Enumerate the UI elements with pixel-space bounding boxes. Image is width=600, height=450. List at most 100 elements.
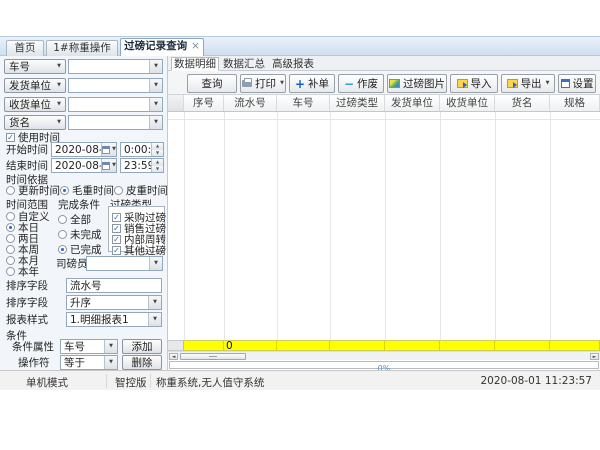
grid-body[interactable] [168,112,600,340]
status-edition: 智控版 [115,375,147,390]
combo-arrow-button[interactable]: ▼ [104,340,117,353]
column-header[interactable]: 发货单位 [385,95,440,111]
print-button[interactable]: 打印 ▼ [240,74,286,93]
report-style-combo[interactable]: 1.明细报表1 ▼ [66,312,162,327]
condition-attr-combo[interactable]: 车号 ▼ [60,339,118,354]
start-time-row: 开始时间 2020-08-01 ▼ 0:00:00 ▲▼ [6,142,164,157]
combo-arrow-button[interactable]: ▼ [148,296,161,309]
sort-field-input[interactable]: 流水号 [66,278,162,293]
filter-row-shipper: 发货单位 ▼ ▼ [4,78,164,93]
printer-icon [242,80,252,87]
shipper-value-combo[interactable]: ▼ [68,78,163,93]
scroll-left-icon[interactable]: ◄ [169,353,178,360]
combo-arrow-button[interactable]: ▼ [149,116,162,129]
sort-order-combo[interactable]: 升序 ▼ [66,295,162,310]
condition-attr-row: 条件属性 车号 ▼ 添加 [12,339,164,354]
radio-icon [6,186,15,195]
combo-arrow-button[interactable]: ▼ [149,79,162,92]
receiver-value-combo[interactable]: ▼ [68,97,163,112]
calendar-icon [102,146,110,154]
receiver-field-selector[interactable]: 收货单位 ▼ [4,97,66,112]
finish-option-all[interactable]: 全部 [58,212,91,227]
calendar-dropdown-button[interactable]: ▼ [101,143,116,156]
combo-arrow-button[interactable]: ▼ [149,257,162,270]
weigher-combo[interactable]: ▼ [86,256,163,271]
spinner-buttons[interactable]: ▲▼ [151,143,163,156]
data-panel: 数据明细 数据汇总 高级报表 查询 打印 ▼ + 补单 [168,56,600,370]
chevron-down-icon: ▼ [153,300,157,305]
start-date-picker[interactable]: 2020-08-01 ▼ [51,142,117,157]
grid-column-line [495,112,496,340]
weigh-type-groupbox: ✓采购过磅 ✓销售过磅 ✓内部周转 ✓其他过磅 [108,206,165,252]
column-header[interactable]: 规格 [550,95,600,111]
combo-arrow-button[interactable]: ▼ [148,313,161,326]
status-separator [106,374,107,388]
grid-column-line [277,112,278,340]
import-icon [457,79,468,88]
calendar-dropdown-button[interactable]: ▼ [101,159,116,172]
goods-value-combo[interactable]: ▼ [68,115,163,130]
grid-row-line [168,119,600,120]
summary-indicator-cell [168,340,184,351]
main-tabstrip: 首页 1#称重操作 过磅记录查询× [0,37,600,56]
settings-button[interactable]: 设置 [558,74,596,93]
carno-field-selector[interactable]: 车号 ▼ [4,59,66,74]
chevron-down-icon: ▼ [109,344,113,349]
filter-row-receiver: 收货单位 ▼ ▼ [4,97,164,112]
combo-arrow-button[interactable]: ▼ [149,98,162,111]
spinner-buttons[interactable]: ▲▼ [151,159,163,172]
time-range-option-year[interactable]: 本年 [6,264,39,279]
tab-data-detail[interactable]: 数据明细 [171,57,219,71]
column-header[interactable]: 流水号 [224,95,277,111]
summary-cell [440,340,495,351]
time-basis-option-tare[interactable]: 皮重时间 [114,183,168,198]
chevron-down-icon: ▼ [112,163,116,168]
grid-column-line [330,112,331,340]
tab-weigh-record-query[interactable]: 过磅记录查询× [120,38,204,56]
combo-arrow-button[interactable]: ▼ [104,356,117,369]
combo-arrow-button[interactable]: ▼ [149,60,162,73]
column-header[interactable]: 过磅类型 [330,95,385,111]
tab-weighing-operation[interactable]: 1#称重操作 [46,40,118,56]
delete-condition-button[interactable]: 删除 [122,355,162,370]
column-header[interactable]: 序号 [184,95,224,111]
horizontal-scrollbar[interactable]: ◄ ► [168,351,600,360]
scrollbar-thumb[interactable] [180,353,246,360]
end-date-picker[interactable]: 2020-08-01 ▼ [51,158,117,173]
end-time-spinner[interactable]: 23:59:59 ▲▼ [120,158,164,173]
checkbox-icon: ✓ [6,133,15,142]
export-icon [507,79,518,88]
tab-home[interactable]: 首页 [6,40,44,56]
summary-cell [550,340,600,351]
import-button[interactable]: 导入 [450,74,498,93]
close-icon[interactable]: × [191,40,200,52]
finish-option-unfinished[interactable]: 未完成 [58,227,102,242]
condition-op-combo[interactable]: 等于 ▼ [60,355,118,370]
export-button[interactable]: 导出 ▼ [501,74,555,93]
void-button[interactable]: − 作废 [338,74,384,93]
tab-data-summary[interactable]: 数据汇总 [220,57,268,71]
grid-column-line [385,112,386,340]
column-header[interactable]: 收货单位 [440,95,495,111]
column-header[interactable]: 货名 [495,95,550,111]
filter-row-carno: 车号 ▼ ▼ [4,59,164,74]
query-button[interactable]: 查询 [187,74,237,93]
goods-field-selector[interactable]: 货名 ▼ [4,115,66,130]
add-condition-button[interactable]: 添加 [122,339,162,354]
shipper-field-selector[interactable]: 发货单位 ▼ [4,78,66,93]
weigher-row: 司磅员 ▼ [56,256,164,271]
scroll-right-icon[interactable]: ► [590,353,599,360]
grid-column-line [550,112,551,340]
finish-option-finished[interactable]: 已完成 [58,242,102,257]
progress-bar: 0% [169,361,599,369]
time-basis-option-gross[interactable]: 毛重时间 [60,183,114,198]
supplement-order-button[interactable]: + 补单 [289,74,335,93]
start-time-spinner[interactable]: 0:00:00 ▲▼ [120,142,164,157]
carno-value-combo[interactable]: ▼ [68,59,163,74]
minus-icon: − [344,79,354,89]
tab-advanced-report[interactable]: 高级报表 [269,57,317,71]
radio-icon [58,245,67,254]
weigh-picture-button[interactable]: 过磅图片 [387,74,447,93]
column-header[interactable]: 车号 [277,95,330,111]
time-basis-option-update[interactable]: 更新时间 [6,183,60,198]
